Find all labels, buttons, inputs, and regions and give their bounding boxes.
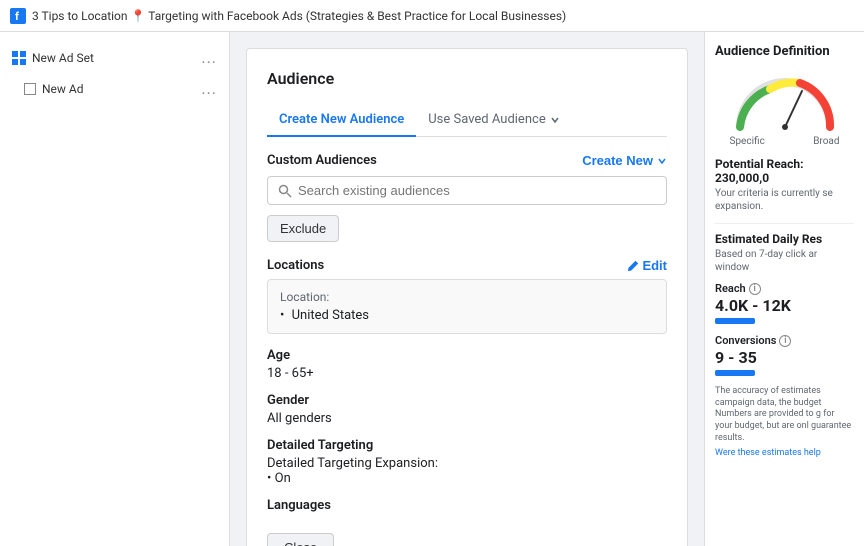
- close-button[interactable]: Close: [267, 533, 334, 546]
- conversions-info-icon[interactable]: i: [779, 335, 791, 347]
- specific-label: Specific: [730, 136, 765, 147]
- age-section: Age 18 - 65+: [267, 348, 667, 381]
- search-icon: [278, 184, 292, 198]
- detailed-targeting-section: Detailed Targeting Detailed Targeting Ex…: [267, 438, 667, 486]
- detailed-value: • On: [267, 471, 667, 486]
- sidebar-ad-item[interactable]: New Ad ...: [0, 73, 229, 104]
- tab-saved[interactable]: Use Saved Audience: [416, 104, 571, 137]
- right-panel: Audience Definition Specific Broad: [704, 32, 864, 546]
- audience-tabs: Create New Audience Use Saved Audience: [267, 104, 667, 137]
- detailed-sub: Detailed Targeting Expansion:: [267, 456, 667, 471]
- top-bar: f 3 Tips to Location 📍 Targeting with Fa…: [0, 0, 864, 32]
- disclaimer: The accuracy of estimates campaign data,…: [715, 386, 854, 444]
- tab-create-new[interactable]: Create New Audience: [267, 104, 416, 137]
- reach-label: Reach i: [715, 282, 854, 295]
- languages-section: Languages: [267, 498, 667, 513]
- locations-header: Locations Edit: [267, 258, 667, 273]
- grid-icon: [12, 51, 26, 65]
- ad-label: New Ad: [42, 82, 84, 96]
- disclaimer-link[interactable]: Were these estimates help: [715, 448, 821, 458]
- gender-value: All genders: [267, 411, 667, 426]
- panel-title: Audience Definition: [715, 44, 854, 59]
- location-sublabel: Location:: [280, 290, 654, 304]
- main-layout: New Ad Set ... New Ad ... Audience Creat…: [0, 32, 864, 546]
- age-value: 18 - 65+: [267, 366, 667, 381]
- broad-label: Broad: [813, 136, 839, 147]
- search-input[interactable]: [298, 183, 656, 198]
- reach-bar: [715, 318, 755, 324]
- potential-reach-sub: Your criteria is currently se expansion.: [715, 187, 854, 213]
- ad-dots[interactable]: ...: [201, 79, 217, 98]
- estimated-title: Estimated Daily Res: [715, 232, 854, 246]
- facebook-icon: f: [10, 8, 26, 24]
- ad-set-label: New Ad Set: [32, 51, 94, 65]
- custom-audiences-header: Custom Audiences Create New: [267, 153, 667, 168]
- languages-label: Languages: [267, 498, 667, 513]
- gauge-svg: [730, 69, 840, 134]
- custom-audiences-label: Custom Audiences: [267, 153, 377, 168]
- sidebar: New Ad Set ... New Ad ...: [0, 32, 230, 546]
- conversions-label: Conversions i: [715, 334, 854, 347]
- edit-icon: [627, 260, 639, 272]
- reach-value: 4.0K - 12K: [715, 296, 854, 315]
- conversions-bar: [715, 370, 755, 376]
- svg-text:f: f: [15, 10, 19, 23]
- ad-set-dots[interactable]: ...: [201, 48, 217, 67]
- search-box: [267, 176, 667, 205]
- estimated-sub: Based on 7-day click ar window: [715, 248, 854, 274]
- audience-title: Audience: [267, 69, 667, 88]
- create-new-button[interactable]: Create New: [582, 153, 667, 168]
- potential-reach: Potential Reach: 230,000,0: [715, 157, 854, 185]
- locations-label: Locations: [267, 258, 324, 273]
- edit-button[interactable]: Edit: [627, 258, 667, 273]
- ad-checkbox[interactable]: [24, 83, 36, 95]
- locations-section: Locations Edit Location: • United States: [267, 258, 667, 334]
- audience-card: Audience Create New Audience Use Saved A…: [246, 48, 688, 546]
- location-value: • United States: [280, 308, 654, 323]
- gauge-container: Specific Broad: [715, 69, 854, 147]
- reach-info-icon[interactable]: i: [749, 283, 761, 295]
- gauge-labels: Specific Broad: [730, 136, 840, 147]
- conversions-value: 9 - 35: [715, 348, 854, 367]
- locations-box: Location: • United States: [267, 279, 667, 334]
- main-content: Audience Create New Audience Use Saved A…: [230, 32, 704, 546]
- detailed-label: Detailed Targeting: [267, 438, 667, 453]
- gender-label: Gender: [267, 393, 667, 408]
- gender-section: Gender All genders: [267, 393, 667, 426]
- sidebar-ad-set-item[interactable]: New Ad Set ...: [0, 42, 229, 73]
- create-new-arrow-icon: [657, 156, 667, 166]
- top-bar-title: 3 Tips to Location 📍 Targeting with Face…: [32, 9, 566, 23]
- dropdown-arrow-icon: [550, 115, 560, 125]
- exclude-button[interactable]: Exclude: [267, 215, 339, 242]
- age-label: Age: [267, 348, 667, 363]
- divider: [715, 223, 854, 224]
